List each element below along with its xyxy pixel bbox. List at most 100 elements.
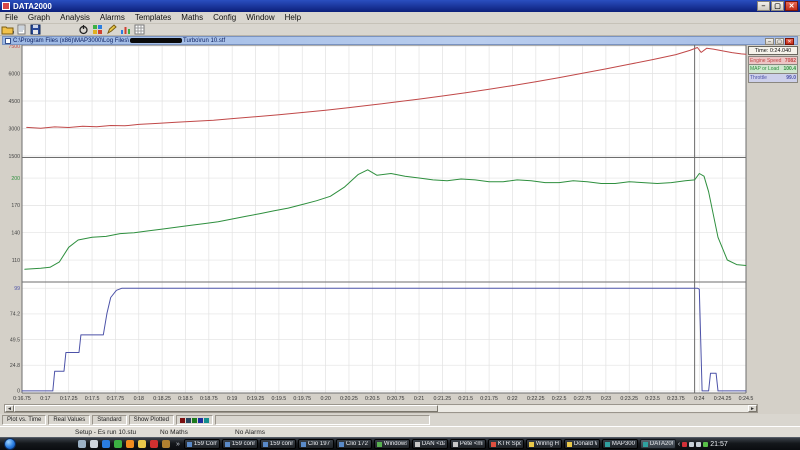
maximize-button[interactable]: ▢	[771, 1, 784, 11]
scrollbar-thumb[interactable]	[14, 405, 438, 412]
svg-text:0:23.75: 0:23.75	[667, 396, 685, 402]
task-button-label: Windows Li...	[384, 441, 407, 447]
menu-config[interactable]: Config	[208, 13, 241, 22]
task-button-wiring-hi[interactable]: Wiring Hi	[526, 439, 562, 449]
battery-icon[interactable]	[703, 442, 708, 447]
task-button-pete-mm-[interactable]: Pete <mm...	[450, 439, 486, 449]
tray-chevron-icon[interactable]: ‹	[678, 441, 680, 448]
messenger-icon[interactable]	[114, 440, 122, 448]
task-button-159-connec-[interactable]: 159 connec...	[260, 439, 296, 449]
show-desktop-icon[interactable]	[78, 440, 86, 448]
task-button-clio-197-e-[interactable]: Clio 197 E...	[298, 439, 334, 449]
legend-panel: Time: 0:24.040 Engine Speed7082MAP or Lo…	[748, 46, 798, 83]
scroll-right-arrow[interactable]: ►	[748, 405, 757, 412]
task-button-159-connec-[interactable]: 159 connec...	[222, 439, 258, 449]
new-page-icon[interactable]	[14, 24, 28, 35]
task-button-159-comp-[interactable]: 159 Comp...	[184, 439, 220, 449]
task-button-donald-wal-[interactable]: Donald Wal...	[564, 439, 600, 449]
status-panel-plot-vs-time: Plot vs. Time	[2, 415, 46, 425]
close-button[interactable]: ✕	[785, 1, 798, 11]
network-icon[interactable]	[696, 442, 701, 447]
legend-row-throttle[interactable]: Throttle99.0	[748, 74, 798, 83]
task-button-data2000[interactable]: DATA2000	[640, 439, 676, 449]
legend-row-map-or-load[interactable]: MAP or Load100.4	[748, 65, 798, 74]
task-button-dan-dans-[interactable]: DAN <dans...	[412, 439, 448, 449]
red-status-icon[interactable]	[682, 442, 687, 447]
open-file-icon[interactable]	[0, 24, 14, 35]
data-table-icon[interactable]	[132, 24, 146, 35]
menu-maths[interactable]: Maths	[176, 13, 208, 22]
save-file-icon[interactable]	[28, 24, 42, 35]
minimize-button[interactable]: –	[757, 1, 770, 11]
chart-plot-area[interactable]: 0:16.750:170:17.250:17.50:17.750:180:18.…	[0, 45, 800, 414]
svg-text:0:23: 0:23	[601, 396, 611, 402]
menu-alarms[interactable]: Alarms	[95, 13, 130, 22]
document-window-controls: – ▢ ✕	[765, 38, 794, 45]
edit-pencil-icon[interactable]	[104, 24, 118, 35]
taskbar-clock[interactable]: 21:57	[710, 441, 728, 448]
task-button-label: 159 connec...	[270, 441, 293, 447]
task-button-icon	[415, 442, 420, 447]
chart-horizontal-scrollbar[interactable]: ◄ ►	[4, 404, 758, 413]
start-button[interactable]	[4, 438, 16, 450]
status-panel-real-values: Real Values	[48, 415, 90, 425]
task-button-icon	[453, 442, 458, 447]
document-maximize-button[interactable]: ▢	[775, 38, 784, 45]
bar-chart-icon[interactable]	[118, 24, 132, 35]
office-icon[interactable]	[138, 440, 146, 448]
task-button-label: DATA2000	[650, 441, 673, 447]
desktop: { "window": { "title": "DATA2000" }, "me…	[0, 0, 800, 450]
menu-templates[interactable]: Templates	[130, 13, 176, 22]
mail-icon[interactable]	[90, 440, 98, 448]
task-button-icon	[225, 442, 230, 447]
channel-grid-icon[interactable]	[90, 24, 104, 35]
document-path-suffix: Turbo\run 10.stf	[183, 38, 225, 44]
channel-name: Engine Speed	[750, 57, 781, 64]
quick-launch-overflow-chevron[interactable]: »	[176, 441, 180, 448]
document-titlebar[interactable]: C:\Program Files (x86)\MAP3000\Log Files…	[2, 36, 798, 45]
app-icon	[2, 2, 10, 10]
menu-analysis[interactable]: Analysis	[55, 13, 95, 22]
color-swatch	[198, 418, 203, 423]
channel-value: 100.4	[783, 65, 796, 73]
legend-rows: Engine Speed7082MAP or Load100.4Throttle…	[748, 56, 798, 83]
toolbar	[0, 24, 800, 36]
app-icon[interactable]	[162, 440, 170, 448]
document-minimize-button[interactable]: –	[765, 38, 774, 45]
ie-icon[interactable]	[102, 440, 110, 448]
color-swatch	[180, 418, 185, 423]
svg-text:74.2: 74.2	[10, 312, 20, 318]
taskbar-buttons: 159 Comp...159 connec...159 connec...Cli…	[184, 439, 676, 449]
menu-help[interactable]: Help	[280, 13, 306, 22]
power-icon[interactable]	[76, 24, 90, 35]
alarms-status: No Alarms	[235, 429, 265, 436]
toolbar-separator	[42, 24, 76, 35]
svg-text:0:19.5: 0:19.5	[272, 396, 287, 402]
svg-text:170: 170	[11, 203, 20, 209]
window-controls: – ▢ ✕	[757, 1, 798, 11]
task-button-windows-li-[interactable]: Windows Li...	[374, 439, 410, 449]
app-titlebar: DATA2000 – ▢ ✕	[0, 0, 800, 12]
legend-row-engine-speed[interactable]: Engine Speed7082	[748, 56, 798, 65]
svg-text:0:22: 0:22	[507, 396, 517, 402]
task-button-icon	[605, 442, 610, 447]
svg-text:0:23.25: 0:23.25	[620, 396, 638, 402]
firefox-icon[interactable]	[126, 440, 134, 448]
task-button-icon	[529, 442, 534, 447]
svg-text:0:18.75: 0:18.75	[200, 396, 218, 402]
task-button-map3000[interactable]: MAP3000	[602, 439, 638, 449]
media-icon[interactable]	[150, 440, 158, 448]
scroll-left-arrow[interactable]: ◄	[5, 405, 14, 412]
volume-icon[interactable]	[689, 442, 694, 447]
color-swatch	[192, 418, 197, 423]
menu-window[interactable]: Window	[241, 13, 279, 22]
task-button-ktr-sport-l-[interactable]: KTR Sport L...	[488, 439, 524, 449]
svg-text:0:20.75: 0:20.75	[387, 396, 405, 402]
menu-graph[interactable]: Graph	[23, 13, 55, 22]
svg-text:0: 0	[17, 389, 20, 395]
menu-file[interactable]: File	[0, 13, 23, 22]
task-button-clio-172-e-[interactable]: Clio 172 E...	[336, 439, 372, 449]
task-button-icon	[263, 442, 268, 447]
svg-text:110: 110	[12, 258, 20, 264]
document-close-button[interactable]: ✕	[785, 38, 794, 45]
